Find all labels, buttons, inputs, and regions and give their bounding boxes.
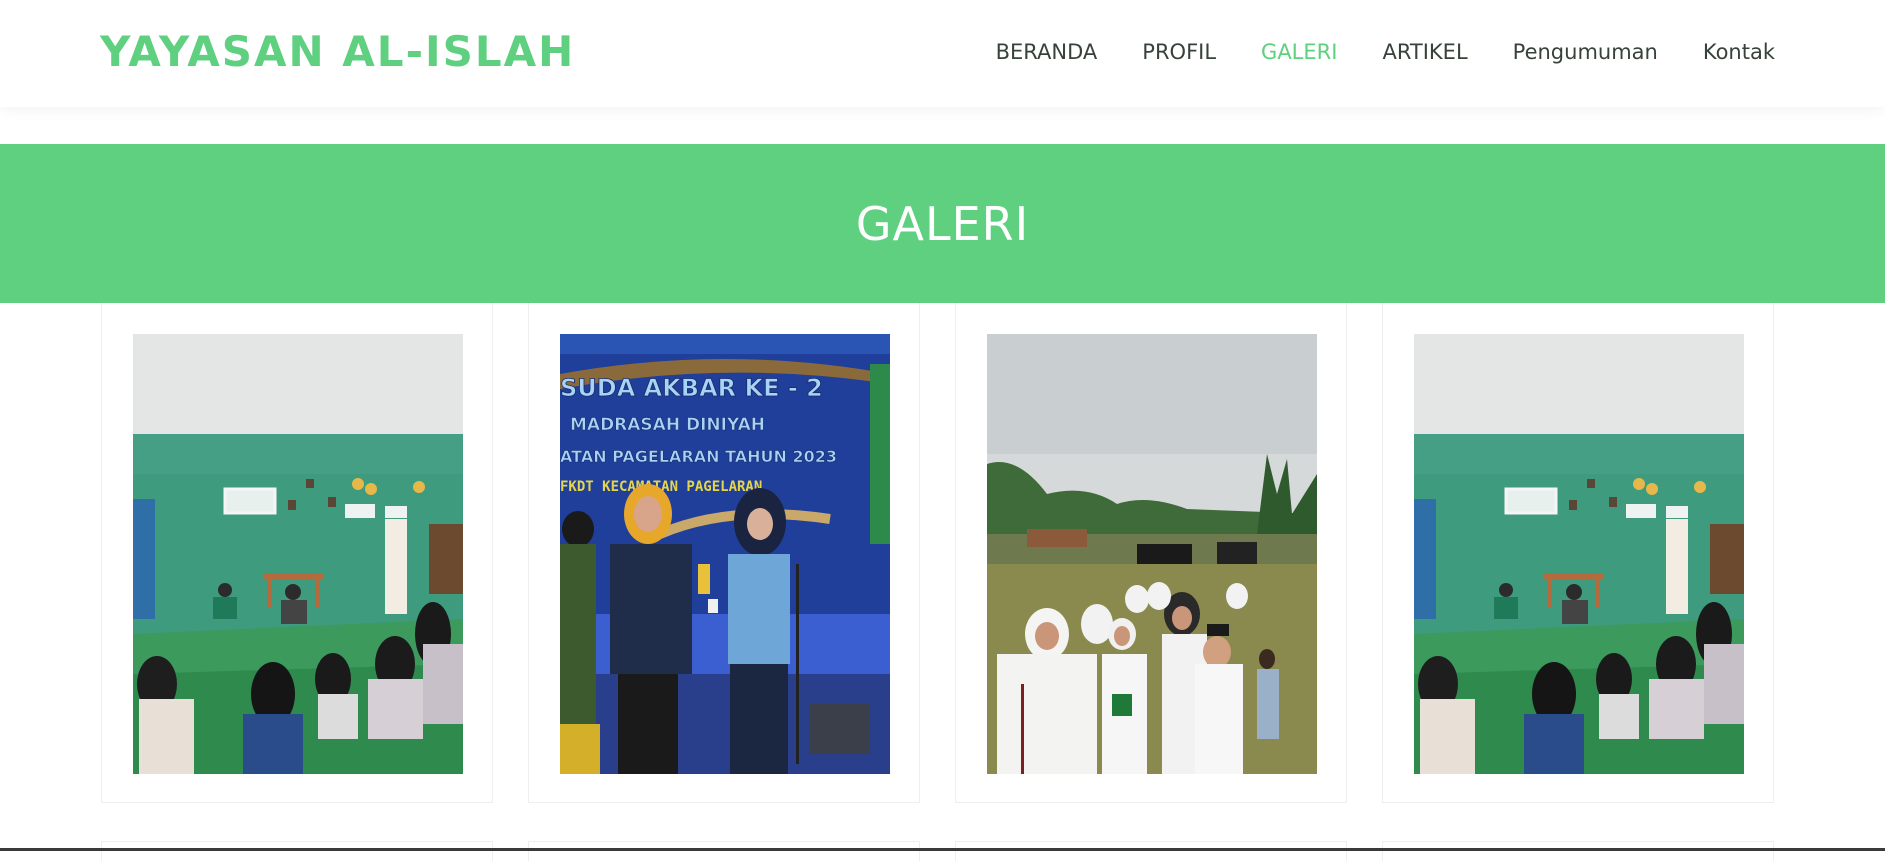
gallery-card-next-row[interactable] (528, 841, 920, 861)
nav-item-artikel[interactable]: ARTIKEL (1382, 38, 1467, 66)
classroom-gathering-photo[interactable] (1414, 334, 1744, 774)
gallery-grid: SUDA AKBAR KE - 2 MADRASAH DINIYAH ATAN … (101, 303, 1775, 861)
gallery-card[interactable]: SUDA AKBAR KE - 2 MADRASAH DINIYAH ATAN … (528, 303, 920, 803)
nav-item-galeri[interactable]: GALERI (1261, 38, 1337, 66)
nav-item-pengumuman[interactable]: Pengumuman (1513, 38, 1658, 66)
page-title: GALERI (855, 196, 1030, 251)
gallery-card[interactable] (101, 303, 493, 803)
banner-line-1: SUDA AKBAR KE - 2 (560, 374, 823, 402)
main-nav: BERANDA PROFIL GALERI ARTIKEL Pengumuman… (996, 38, 1775, 66)
nav-item-kontak[interactable]: Kontak (1703, 38, 1775, 66)
outdoor-students-photo[interactable] (987, 334, 1317, 774)
site-logo[interactable]: YAYASAN AL-ISLAH (100, 26, 575, 78)
gallery-card[interactable] (955, 303, 1347, 803)
nav-item-beranda[interactable]: BERANDA (996, 38, 1098, 66)
classroom-gathering-photo[interactable] (133, 334, 463, 774)
gallery-card-next-row[interactable] (101, 841, 493, 861)
gallery-card-next-row[interactable] (1382, 841, 1774, 861)
banner-line-2: MADRASAH DINIYAH (570, 415, 765, 435)
nav-item-profil[interactable]: PROFIL (1142, 38, 1216, 66)
award-ceremony-photo[interactable]: SUDA AKBAR KE - 2 MADRASAH DINIYAH ATAN … (560, 334, 890, 774)
gallery-card-next-row[interactable] (955, 841, 1347, 861)
banner-line-3: ATAN PAGELARAN TAHUN 2023 (560, 447, 837, 466)
page-title-banner: GALERI (0, 144, 1885, 303)
site-header: YAYASAN AL-ISLAH BERANDA PROFIL GALERI A… (0, 0, 1885, 107)
gallery-card[interactable] (1382, 303, 1774, 803)
